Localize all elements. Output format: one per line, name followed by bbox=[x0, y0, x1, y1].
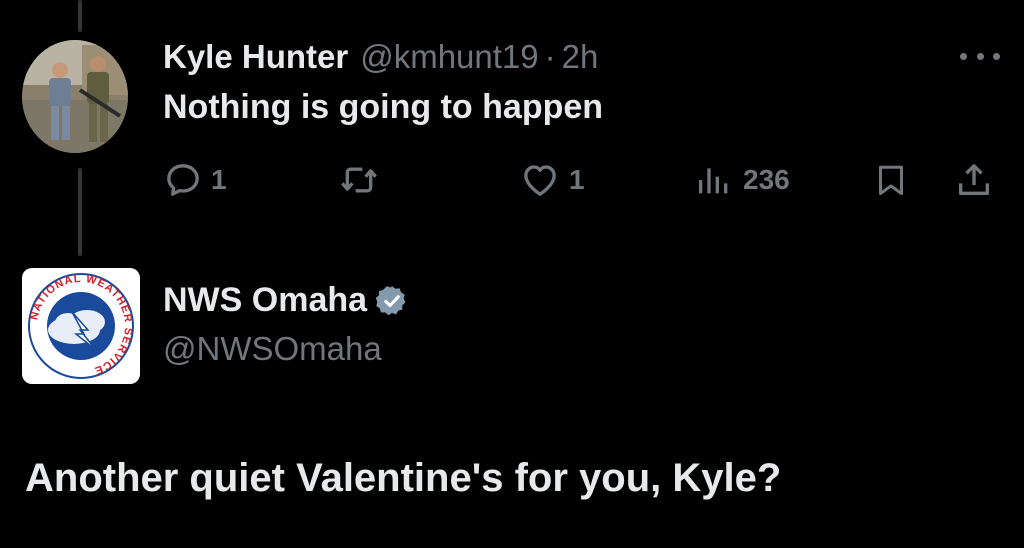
timestamp[interactable]: 2h bbox=[562, 38, 599, 76]
reply-button[interactable]: 1 bbox=[163, 158, 227, 202]
retweet-icon bbox=[341, 167, 377, 193]
reply-header: Kyle Hunter @kmhunt19 · 2h bbox=[163, 38, 598, 76]
verified-badge-icon[interactable] bbox=[375, 284, 409, 318]
author-name[interactable]: NWS Omaha bbox=[163, 281, 367, 320]
thread-line-connector bbox=[78, 168, 82, 256]
action-bar: 1 1 236 bbox=[0, 158, 1024, 202]
bookmark-icon bbox=[879, 165, 903, 195]
more-options-icon[interactable] bbox=[960, 46, 1000, 66]
retweet-button[interactable] bbox=[338, 158, 388, 202]
reply-icon bbox=[167, 164, 199, 196]
reply-count: 1 bbox=[211, 164, 227, 195]
profile-photo-icon bbox=[22, 40, 128, 153]
view-count: 236 bbox=[743, 164, 790, 195]
like-button[interactable]: 1 bbox=[519, 158, 585, 202]
author-name[interactable]: Kyle Hunter bbox=[163, 38, 348, 76]
heart-icon bbox=[524, 165, 556, 196]
views-button[interactable]: 236 bbox=[693, 158, 790, 202]
thread-line-top bbox=[78, 0, 82, 32]
author-handle[interactable]: @kmhunt19 bbox=[360, 38, 538, 76]
author-handle[interactable]: @NWSOmaha bbox=[163, 330, 382, 368]
main-header: NWS Omaha bbox=[163, 281, 409, 320]
share-button[interactable] bbox=[954, 158, 994, 202]
separator-dot: · bbox=[544, 38, 556, 75]
tweet-text: Another quiet Valentine's for you, Kyle? bbox=[25, 456, 782, 500]
tweet-text: Nothing is going to happen bbox=[163, 88, 604, 126]
nws-logo-icon: NATIONAL WEATHER SERVICE bbox=[28, 273, 134, 379]
views-chart-icon bbox=[699, 168, 728, 194]
like-count: 1 bbox=[569, 164, 585, 195]
bookmark-button[interactable] bbox=[873, 158, 909, 202]
avatar[interactable] bbox=[22, 40, 128, 153]
share-icon bbox=[959, 164, 989, 195]
avatar[interactable]: NATIONAL WEATHER SERVICE bbox=[22, 268, 140, 384]
